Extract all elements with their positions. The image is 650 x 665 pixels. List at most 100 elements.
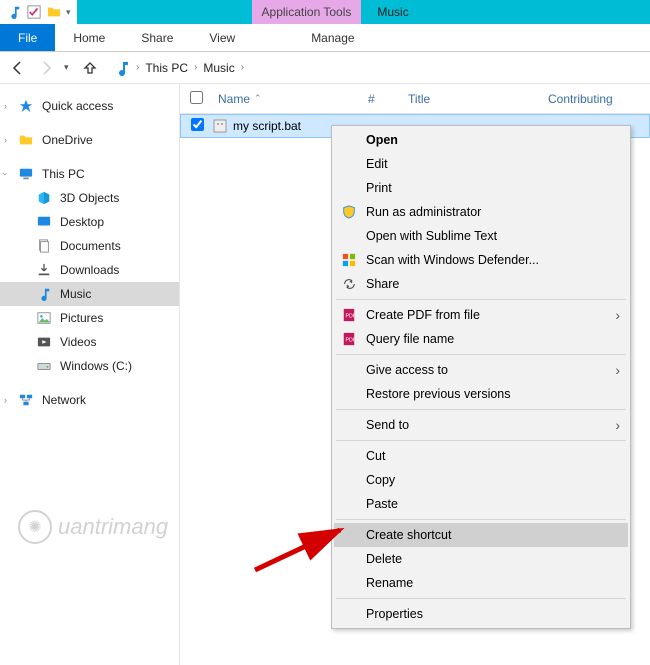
navigation-pane: › Quick access › OneDrive › This PC bbox=[0, 84, 180, 665]
sidebar-item-label: OneDrive bbox=[42, 133, 93, 147]
chevron-right-icon[interactable]: › bbox=[4, 135, 7, 145]
chevron-right-icon: › bbox=[615, 362, 620, 378]
chevron-down-icon[interactable]: ▾ bbox=[66, 7, 71, 18]
chevron-right-icon: › bbox=[615, 307, 620, 323]
column-contributing[interactable]: Contributing bbox=[540, 92, 650, 106]
shield-icon bbox=[340, 203, 358, 221]
sidebar-item-label: Pictures bbox=[60, 311, 103, 325]
chevron-right-icon[interactable]: › bbox=[4, 101, 7, 111]
tab-manage[interactable]: Manage bbox=[293, 24, 372, 51]
column-title[interactable]: Title bbox=[400, 92, 540, 106]
menu-item-scan-defender[interactable]: Scan with Windows Defender... bbox=[334, 248, 628, 272]
menu-item-create-pdf[interactable]: PDF Create PDF from file › bbox=[334, 303, 628, 327]
chevron-right-icon[interactable]: › bbox=[241, 62, 244, 73]
sidebar-item-network[interactable]: › Network bbox=[0, 388, 179, 412]
tab-share[interactable]: Share bbox=[123, 24, 191, 51]
svg-text:PDF: PDF bbox=[346, 338, 357, 344]
history-dropdown-icon[interactable]: ▾ bbox=[64, 62, 72, 73]
forward-button bbox=[36, 58, 56, 78]
pdf-icon: PDF bbox=[340, 306, 358, 324]
sidebar-item-label: Windows (C:) bbox=[60, 359, 132, 373]
breadcrumb[interactable]: › This PC › Music › bbox=[108, 60, 642, 76]
breadcrumb-music[interactable]: Music bbox=[203, 61, 234, 75]
quick-access-toolbar: ▾ bbox=[0, 0, 77, 24]
contextual-tab-label: Application Tools bbox=[252, 0, 362, 24]
column-number[interactable]: # bbox=[360, 92, 400, 106]
sidebar-item-this-pc[interactable]: › This PC bbox=[0, 162, 179, 186]
header-checkbox[interactable] bbox=[190, 91, 210, 107]
sidebar-item-music[interactable]: Music bbox=[0, 282, 179, 306]
breadcrumb-this-pc[interactable]: This PC bbox=[145, 61, 188, 75]
menu-separator bbox=[336, 440, 626, 441]
menu-item-open[interactable]: Open bbox=[334, 128, 628, 152]
chevron-right-icon[interactable]: › bbox=[194, 62, 197, 73]
column-headers: Name⌃ # Title Contributing bbox=[180, 84, 650, 114]
svg-text:PDF: PDF bbox=[346, 314, 357, 320]
checkbox-icon[interactable] bbox=[26, 4, 42, 20]
sidebar-item-label: Music bbox=[60, 287, 91, 301]
back-button[interactable] bbox=[8, 58, 28, 78]
sidebar-item-downloads[interactable]: Downloads bbox=[0, 258, 179, 282]
chevron-down-icon[interactable]: › bbox=[1, 173, 11, 176]
menu-item-paste[interactable]: Paste bbox=[334, 492, 628, 516]
sidebar-item-pictures[interactable]: Pictures bbox=[0, 306, 179, 330]
ribbon-tabs: File Home Share View Manage bbox=[0, 24, 650, 52]
sidebar-item-label: Downloads bbox=[60, 263, 119, 277]
chevron-right-icon[interactable]: › bbox=[136, 62, 139, 73]
sidebar-item-label: Network bbox=[42, 393, 86, 407]
menu-item-delete[interactable]: Delete bbox=[334, 547, 628, 571]
menu-separator bbox=[336, 519, 626, 520]
menu-item-create-shortcut[interactable]: Create shortcut bbox=[334, 523, 628, 547]
sidebar-item-label: Documents bbox=[60, 239, 121, 253]
menu-separator bbox=[336, 409, 626, 410]
monitor-icon bbox=[18, 166, 34, 182]
chevron-right-icon[interactable]: › bbox=[4, 395, 7, 405]
menu-item-share[interactable]: Share bbox=[334, 272, 628, 296]
music-note-icon bbox=[114, 60, 130, 76]
folder-icon[interactable] bbox=[46, 4, 62, 20]
row-checkbox[interactable] bbox=[191, 118, 211, 134]
menu-item-cut[interactable]: Cut bbox=[334, 444, 628, 468]
menu-item-run-admin[interactable]: Run as administrator bbox=[334, 200, 628, 224]
menu-item-send-to[interactable]: Send to › bbox=[334, 413, 628, 437]
menu-item-give-access[interactable]: Give access to › bbox=[334, 358, 628, 382]
network-icon bbox=[18, 392, 34, 408]
menu-item-print[interactable]: Print bbox=[334, 176, 628, 200]
chevron-right-icon: › bbox=[615, 417, 620, 433]
menu-item-rename[interactable]: Rename bbox=[334, 571, 628, 595]
tab-view[interactable]: View bbox=[191, 24, 253, 51]
menu-item-open-sublime[interactable]: Open with Sublime Text bbox=[334, 224, 628, 248]
drive-icon bbox=[36, 358, 52, 374]
navigation-bar: ▾ › This PC › Music › bbox=[0, 52, 650, 84]
sidebar-item-desktop[interactable]: Desktop bbox=[0, 210, 179, 234]
tab-file[interactable]: File bbox=[0, 24, 55, 51]
menu-separator bbox=[336, 299, 626, 300]
cube-icon bbox=[36, 190, 52, 206]
sidebar-item-label: Desktop bbox=[60, 215, 104, 229]
tab-home[interactable]: Home bbox=[55, 24, 123, 51]
videos-icon bbox=[36, 334, 52, 350]
menu-item-edit[interactable]: Edit bbox=[334, 152, 628, 176]
sidebar-item-3d-objects[interactable]: 3D Objects bbox=[0, 186, 179, 210]
sidebar-item-quick-access[interactable]: › Quick access bbox=[0, 94, 179, 118]
sidebar-item-label: Quick access bbox=[42, 99, 113, 113]
menu-item-properties[interactable]: Properties bbox=[334, 602, 628, 626]
sidebar-item-videos[interactable]: Videos bbox=[0, 330, 179, 354]
column-name[interactable]: Name⌃ bbox=[210, 92, 360, 106]
menu-item-query-file[interactable]: PDF Query file name bbox=[334, 327, 628, 351]
pdf-icon: PDF bbox=[340, 330, 358, 348]
menu-item-restore[interactable]: Restore previous versions bbox=[334, 382, 628, 406]
pictures-icon bbox=[36, 310, 52, 326]
desktop-icon bbox=[36, 214, 52, 230]
sidebar-item-windows-c[interactable]: Windows (C:) bbox=[0, 354, 179, 378]
window-title: Music bbox=[361, 0, 424, 24]
sidebar-item-documents[interactable]: Documents bbox=[0, 234, 179, 258]
menu-item-copy[interactable]: Copy bbox=[334, 468, 628, 492]
star-icon bbox=[18, 98, 34, 114]
sidebar-item-onedrive[interactable]: › OneDrive bbox=[0, 128, 179, 152]
documents-icon bbox=[36, 238, 52, 254]
folder-icon bbox=[18, 132, 34, 148]
sidebar-item-label: Videos bbox=[60, 335, 96, 349]
file-name: my script.bat bbox=[229, 119, 301, 133]
up-button[interactable] bbox=[80, 58, 100, 78]
